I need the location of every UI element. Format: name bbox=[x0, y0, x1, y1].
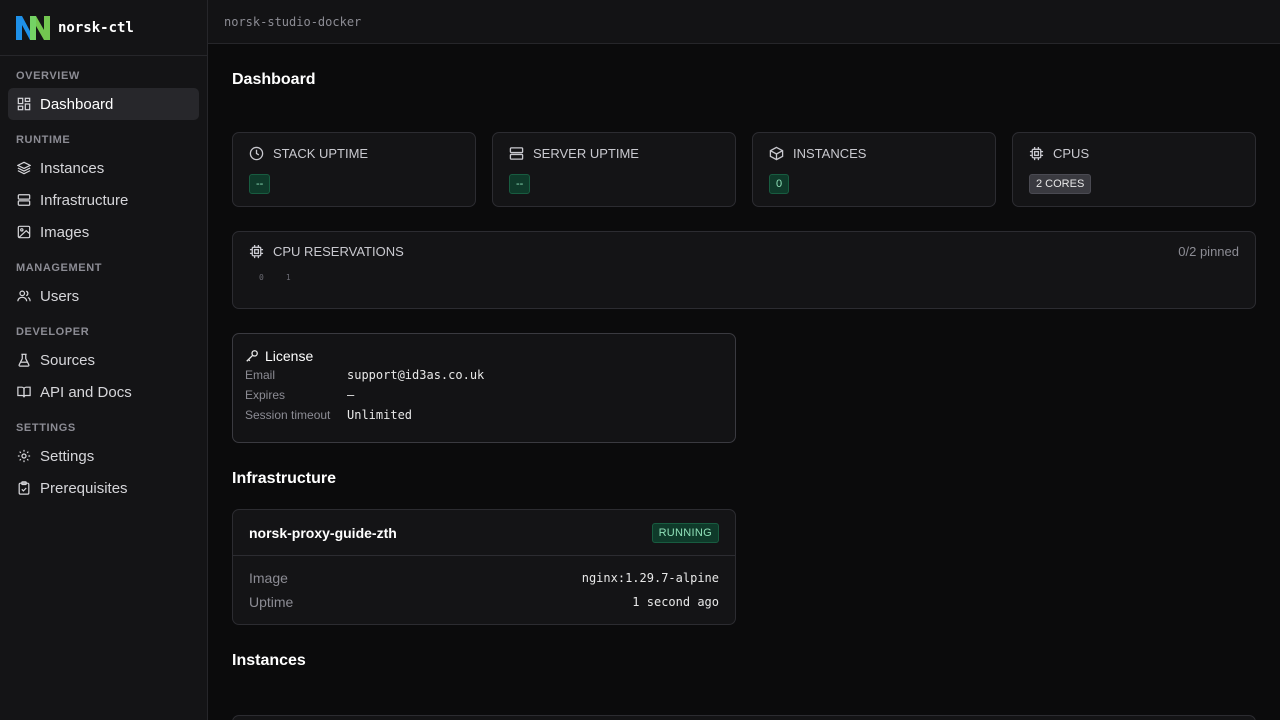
license-row-email: Email support@id3as.co.uk bbox=[245, 365, 723, 385]
status-badge: RUNNING bbox=[651, 522, 719, 543]
brand-name: norsk-ctl bbox=[58, 19, 134, 36]
stat-label-row: CPUS bbox=[1029, 145, 1239, 161]
sidebar-item-label: Instances bbox=[40, 159, 105, 177]
sidebar-item-label: Images bbox=[40, 223, 90, 241]
instances-panel bbox=[232, 715, 1256, 720]
stat-value: 2 CORES bbox=[1029, 174, 1092, 194]
instances-heading: Instances bbox=[232, 652, 306, 669]
sidebar-item-images[interactable]: Images bbox=[8, 216, 199, 248]
sidebar-item-dashboard[interactable]: Dashboard bbox=[8, 88, 199, 120]
stat-card-cpus: CPUS 2 CORES bbox=[1012, 132, 1256, 207]
stat-value: -- bbox=[249, 174, 271, 194]
image-icon bbox=[17, 225, 31, 239]
sidebar-item-label: Sources bbox=[40, 351, 96, 369]
infrastructure-key: Uptime bbox=[249, 594, 294, 610]
sidebar-item-sources[interactable]: Sources bbox=[8, 344, 199, 376]
page-title: Dashboard bbox=[232, 71, 316, 88]
cpu-reservations-card: CPU RESERVATIONS 0/2 pinned 0 1 bbox=[232, 231, 1256, 309]
infrastructure-row-image: Image nginx:1.29.7-alpine bbox=[249, 566, 719, 590]
infrastructure-card-body: Image nginx:1.29.7-alpine Uptime 1 secon… bbox=[233, 556, 735, 624]
sidebar-item-label: Settings bbox=[40, 447, 95, 465]
infrastructure-value: 1 second ago bbox=[632, 595, 719, 609]
topbar: norsk-studio-docker bbox=[208, 0, 1280, 44]
main-area: norsk-studio-docker Dashboard STACK UPTI… bbox=[208, 0, 1280, 720]
stat-label-row: STACK UPTIME bbox=[249, 145, 459, 161]
dashboard-content: Dashboard STACK UPTIME -- SERVER UPTIME … bbox=[208, 71, 1280, 720]
sidebar-item-label: Users bbox=[40, 287, 80, 305]
book-icon bbox=[17, 386, 31, 398]
license-title: License bbox=[265, 348, 314, 364]
section-title-management: MANAGEMENT bbox=[16, 262, 103, 274]
cpu-pinned-count: 0/2 pinned bbox=[1178, 244, 1239, 259]
cpu-icon bbox=[249, 244, 264, 259]
license-row-session-timeout: Session timeout Unlimited bbox=[245, 405, 723, 425]
infrastructure-value: nginx:1.29.7-alpine bbox=[581, 571, 719, 585]
sidebar-item-label: Dashboard bbox=[40, 95, 114, 113]
license-key: Email bbox=[245, 368, 276, 382]
section-title-runtime: RUNTIME bbox=[16, 134, 71, 146]
brand[interactable]: norsk-ctl bbox=[0, 0, 207, 56]
infrastructure-card[interactable]: norsk-proxy-guide-zth RUNNING Image ngin… bbox=[232, 509, 736, 625]
cpu-reservations-label-row: CPU RESERVATIONS bbox=[249, 244, 1239, 259]
stat-value: -- bbox=[509, 174, 531, 194]
norsk-logo-icon bbox=[16, 15, 50, 40]
sidebar-item-api-docs[interactable]: API and Docs bbox=[8, 376, 199, 408]
cpu-core[interactable]: 1 bbox=[286, 273, 291, 282]
stat-label: SERVER UPTIME bbox=[533, 145, 639, 161]
license-key: Session timeout bbox=[245, 408, 331, 422]
key-icon bbox=[246, 350, 258, 362]
stat-card-instances: INSTANCES 0 bbox=[752, 132, 996, 207]
cube-icon bbox=[769, 146, 784, 160]
cpu-core[interactable]: 0 bbox=[259, 273, 264, 282]
license-title-row: License bbox=[245, 347, 723, 365]
section-title-overview: OVERVIEW bbox=[16, 70, 80, 82]
server-icon bbox=[17, 194, 31, 206]
stat-label: CPUS bbox=[1053, 145, 1090, 161]
license-key: Expires bbox=[245, 388, 286, 402]
sidebar-item-label: Infrastructure bbox=[40, 191, 129, 209]
infrastructure-row-uptime: Uptime 1 second ago bbox=[249, 590, 719, 614]
cpu-icon bbox=[1029, 146, 1044, 160]
stat-card-stack-uptime: STACK UPTIME -- bbox=[232, 132, 476, 207]
sidebar-item-prerequisites[interactable]: Prerequisites bbox=[8, 472, 199, 504]
license-value: — bbox=[347, 388, 355, 402]
server-icon bbox=[509, 146, 524, 160]
layers-icon bbox=[17, 161, 31, 175]
license-card: License Email support@id3as.co.uk Expire… bbox=[232, 333, 736, 443]
cpu-reservations-label: CPU RESERVATIONS bbox=[273, 244, 404, 259]
sidebar: norsk-ctl OVERVIEW Dashboard RUNTIME Ins… bbox=[0, 0, 208, 720]
license-value: Unlimited bbox=[347, 408, 413, 422]
clock-icon bbox=[249, 146, 264, 160]
sidebar-item-users[interactable]: Users bbox=[8, 280, 199, 312]
clipboard-icon bbox=[18, 481, 30, 495]
gear-icon bbox=[17, 449, 31, 463]
sidebar-item-settings[interactable]: Settings bbox=[8, 440, 199, 472]
stat-label-row: INSTANCES bbox=[769, 145, 979, 161]
infrastructure-card-header: norsk-proxy-guide-zth RUNNING bbox=[233, 510, 735, 556]
sidebar-item-instances[interactable]: Instances bbox=[8, 152, 199, 184]
infrastructure-name: norsk-proxy-guide-zth bbox=[249, 524, 397, 541]
sidebar-item-infrastructure[interactable]: Infrastructure bbox=[8, 184, 199, 216]
section-title-settings: SETTINGS bbox=[16, 422, 76, 434]
section-title-developer: DEVELOPER bbox=[16, 326, 90, 338]
stat-label: STACK UPTIME bbox=[273, 145, 369, 161]
stat-label: INSTANCES bbox=[793, 145, 867, 161]
stat-card-server-uptime: SERVER UPTIME -- bbox=[492, 132, 736, 207]
stat-value: 0 bbox=[769, 174, 790, 194]
sidebar-item-label: API and Docs bbox=[40, 383, 132, 401]
stat-label-row: SERVER UPTIME bbox=[509, 145, 719, 161]
users-icon bbox=[17, 290, 31, 302]
infrastructure-heading: Infrastructure bbox=[232, 470, 337, 487]
infrastructure-key: Image bbox=[249, 570, 288, 586]
sidebar-item-label: Prerequisites bbox=[40, 479, 128, 497]
license-value: support@id3as.co.uk bbox=[347, 368, 485, 382]
dashboard-icon bbox=[17, 97, 31, 111]
breadcrumb[interactable]: norsk-studio-docker bbox=[224, 15, 361, 29]
flask-icon bbox=[18, 353, 30, 367]
sidebar-nav: OVERVIEW Dashboard RUNTIME Instances Inf… bbox=[0, 56, 207, 504]
app-root: norsk-ctl OVERVIEW Dashboard RUNTIME Ins… bbox=[0, 0, 1280, 720]
license-row-expires: Expires — bbox=[245, 385, 723, 405]
stats-row: STACK UPTIME -- SERVER UPTIME -- INSTANC… bbox=[232, 132, 1256, 207]
cpu-core-list: 0 1 bbox=[249, 273, 1239, 282]
